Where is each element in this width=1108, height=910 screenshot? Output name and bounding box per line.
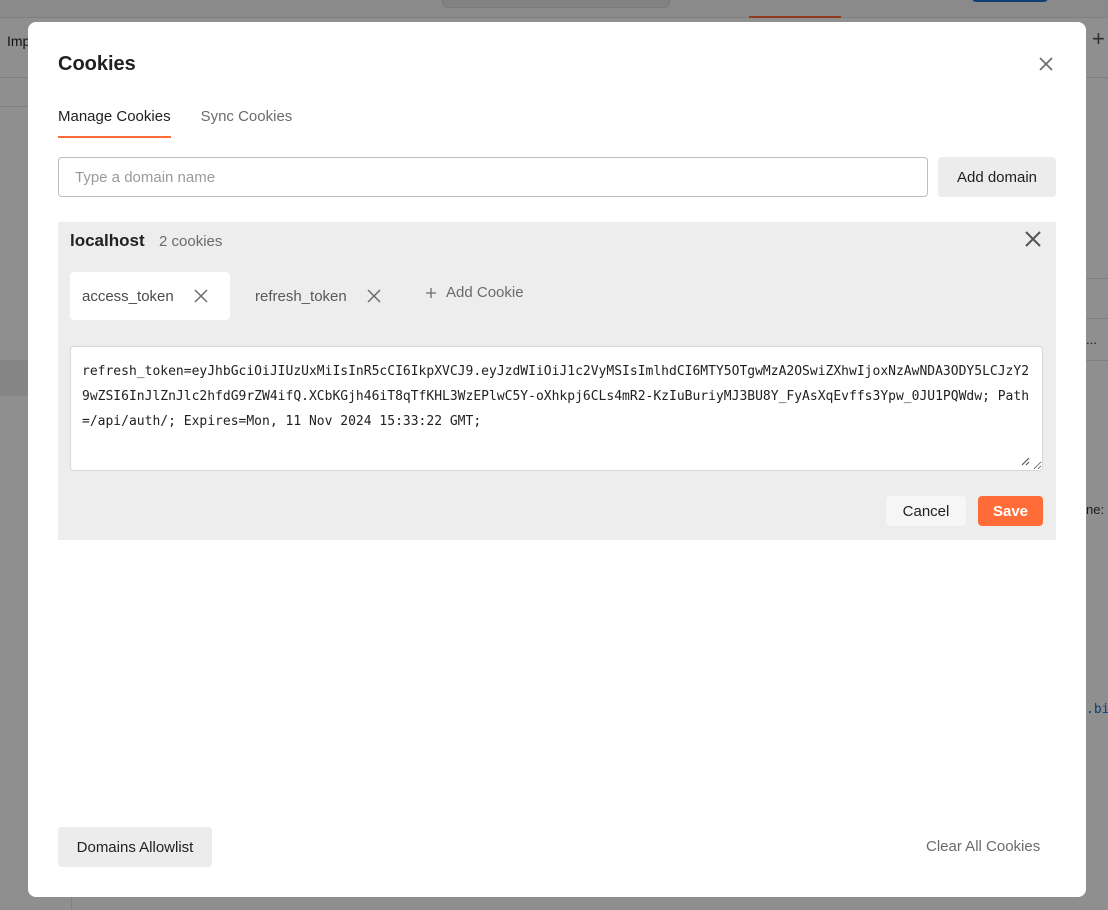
domains-allowlist-button[interactable]: Domains Allowlist (58, 827, 212, 867)
close-icon (367, 289, 381, 303)
cookie-count: 2 cookies (159, 233, 223, 250)
plus-icon (426, 287, 436, 298)
resize-grip-icon[interactable] (1020, 456, 1030, 466)
add-domain-button[interactable]: Add domain (938, 157, 1056, 197)
cookies-tabs: Manage Cookies Sync Cookies (58, 108, 292, 138)
cancel-button[interactable]: Cancel (886, 496, 966, 526)
remove-cookie-button[interactable] (194, 289, 208, 303)
close-icon (1025, 231, 1041, 247)
close-icon (194, 289, 208, 303)
add-cookie-button[interactable]: Add Cookie (426, 284, 524, 301)
add-cookie-label: Add Cookie (446, 284, 524, 301)
cookie-tab-label: access_token (82, 287, 174, 305)
cookie-value-editor[interactable]: refresh_token=eyJhbGciOiJIUzUxMiIsInR5cC… (70, 346, 1043, 471)
remove-domain-button[interactable] (1022, 228, 1044, 250)
domain-panel-localhost: localhost 2 cookies access_token refresh… (58, 222, 1056, 540)
clear-all-cookies-link[interactable]: Clear All Cookies (926, 838, 1040, 855)
remove-cookie-button[interactable] (367, 289, 381, 303)
close-icon (1039, 57, 1053, 71)
cookies-modal: Cookies Manage Cookies Sync Cookies Add … (28, 22, 1086, 897)
modal-title: Cookies (58, 53, 136, 75)
save-button[interactable]: Save (978, 496, 1043, 526)
tab-sync-cookies[interactable]: Sync Cookies (201, 108, 293, 138)
tab-manage-cookies[interactable]: Manage Cookies (58, 108, 171, 138)
domain-name: localhost (70, 231, 145, 250)
modal-close-button[interactable] (1034, 52, 1058, 76)
cookie-tab-label: refresh_token (255, 287, 347, 305)
cookie-tab-access-token[interactable]: access_token (70, 272, 230, 320)
domain-name-input[interactable] (58, 157, 928, 197)
cookie-tab-refresh-token[interactable]: refresh_token (243, 272, 403, 320)
